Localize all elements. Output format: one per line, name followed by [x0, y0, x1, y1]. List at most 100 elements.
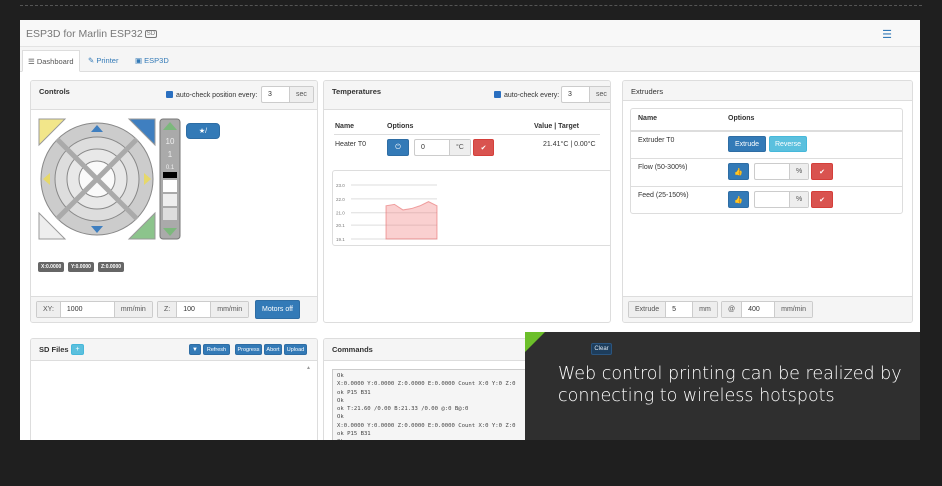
temperatures-panel: Temperatures auto-check every: 3 sec Name…	[323, 80, 611, 323]
xy-feedrate-input[interactable]: XY: 1000 mm/min	[36, 301, 153, 318]
flow-reset-button[interactable]: 👍	[728, 163, 749, 180]
feed-set-button[interactable]: ✔	[811, 191, 833, 208]
panel-title: SD Files	[39, 345, 69, 354]
feed-label: Feed (25-150%)	[638, 192, 689, 199]
caption-text: Web control printing can be realized by …	[558, 364, 902, 406]
tab-label: Printer	[96, 56, 119, 65]
panel-title: Commands	[332, 345, 373, 354]
flow-input[interactable]: %	[754, 163, 810, 180]
interval-value[interactable]: 3	[262, 87, 289, 102]
progress-button[interactable]: Progress	[235, 344, 262, 355]
xy-value[interactable]: 1000	[59, 302, 115, 317]
interval-input[interactable]: 3 sec	[261, 86, 314, 103]
caption-overlay: Web control printing can be realized by …	[525, 332, 920, 440]
y-tick-label: 21.0	[336, 211, 345, 216]
macro-button[interactable]: ★/	[186, 123, 220, 139]
extrude-label: Extrude	[629, 302, 666, 317]
feed-input[interactable]: %	[754, 191, 810, 208]
heater-reading: 21.41°C | 0.00°C	[543, 141, 596, 148]
navbar: ESP3D for Marlin ESP32 SD ☰	[20, 20, 920, 47]
z-position: Z:0.0000	[98, 262, 125, 272]
extrude-button[interactable]: Extrude	[728, 136, 766, 152]
col-options: Options	[728, 115, 755, 122]
clear-button[interactable]: Clear	[591, 343, 612, 355]
app-title-text: ESP3D for Marlin ESP32	[26, 28, 143, 40]
jog-control[interactable]: 10 1 0.1	[37, 117, 187, 242]
scrollbar-up-arrow[interactable]: ▲	[306, 365, 311, 371]
tab-printer[interactable]: ✎ Printer	[83, 50, 123, 72]
filter-button[interactable]: ▼	[189, 344, 201, 355]
z-step-10: 10	[166, 137, 175, 146]
z-feedrate-input[interactable]: Z: 100 mm/min	[157, 301, 250, 318]
power-button[interactable]: ⏻	[387, 139, 409, 156]
col-name: Name	[638, 115, 658, 122]
temperature-series	[385, 201, 438, 240]
y-tick-label: 22.0	[336, 197, 345, 202]
y-tick-label: 23.0	[336, 183, 345, 188]
upload-button[interactable]: Upload	[284, 344, 307, 355]
at-label: @	[722, 302, 742, 317]
motors-off-button[interactable]: Motors off	[255, 300, 300, 319]
auto-check-label: auto-check position every:	[176, 92, 258, 99]
unit: °C	[449, 140, 470, 155]
z-label: Z:	[158, 302, 177, 317]
sd-files-panel: SD Files + ▼ Refresh Progress Abort Uplo…	[30, 338, 318, 440]
app-title: ESP3D for Marlin ESP32 SD	[26, 28, 158, 40]
speed-value[interactable]: 400	[741, 302, 776, 317]
flow-label: Flow (50-300%)	[638, 164, 688, 171]
x-position: X:0.0000	[38, 262, 65, 272]
tab-dashboard[interactable]: ☰ Dashboard	[22, 50, 80, 72]
col-options: Options	[387, 123, 414, 130]
auto-check-checkbox[interactable]: auto-check every:	[494, 91, 559, 99]
extruder-name: Extruder T0	[638, 137, 675, 144]
controls-panel: Controls auto-check position every: 3 sec…	[30, 80, 318, 323]
speed-unit: mm/min	[775, 302, 812, 317]
auto-check-checkbox[interactable]: auto-check position every:	[166, 91, 257, 99]
feed-value[interactable]	[755, 192, 789, 207]
z-step-1: 1	[168, 150, 173, 159]
temperature-chart: 23.0 22.0 21.0 20.1 19.1	[332, 170, 610, 246]
interval-value[interactable]: 3	[562, 87, 589, 102]
auto-check-label: auto-check every:	[504, 92, 560, 99]
flow-value[interactable]	[755, 164, 789, 179]
target-value[interactable]: 0	[415, 140, 449, 155]
list-icon: ☰	[28, 57, 37, 66]
col-name: Name	[335, 123, 355, 130]
extrude-unit: mm	[693, 302, 717, 317]
interval-input[interactable]: 3 sec	[561, 86, 610, 103]
tab-bar: ☰ Dashboard ✎ Printer ▣ ESP3D	[20, 47, 920, 72]
xy-label: XY:	[37, 302, 60, 317]
extrude-length-input[interactable]: Extrude 5 mm	[628, 301, 718, 318]
extrude-speed-input[interactable]: @400 mm/min	[721, 301, 813, 318]
panel-title: Temperatures	[332, 87, 382, 96]
extrude-value[interactable]: 5	[665, 302, 694, 317]
z-value[interactable]: 100	[176, 302, 212, 317]
tab-esp3d[interactable]: ▣ ESP3D	[130, 50, 174, 72]
corner-accent	[525, 332, 545, 352]
heater-target-input[interactable]: 0 °C	[414, 139, 471, 156]
xy-unit: mm/min	[114, 302, 152, 317]
set-temp-button[interactable]: ✔	[473, 139, 494, 156]
z-unit: mm/min	[211, 302, 249, 317]
extruders-panel: Extruders Name Options Extruder T0 Extru…	[622, 80, 913, 323]
new-folder-button[interactable]: +	[71, 344, 84, 355]
unit: %	[789, 164, 809, 179]
unit: sec	[589, 87, 610, 102]
unit: %	[789, 192, 809, 207]
z-step-01: 0.1	[166, 165, 175, 171]
tab-label: ESP3D	[144, 56, 169, 65]
col-value: Value | Target	[534, 123, 580, 130]
y-tick-label: 20.1	[336, 223, 345, 228]
panel-title: Controls	[39, 87, 70, 96]
unit: sec	[289, 87, 313, 102]
feed-reset-button[interactable]: 👍	[728, 191, 749, 208]
y-tick-label: 19.1	[336, 237, 345, 242]
flow-set-button[interactable]: ✔	[811, 163, 833, 180]
y-position: Y:0.0000	[68, 262, 94, 272]
tab-label: Dashboard	[36, 57, 74, 66]
hamburger-icon[interactable]: ☰	[882, 28, 892, 41]
chip-icon: ▣	[135, 56, 145, 65]
abort-button[interactable]: Abort	[264, 344, 282, 355]
reverse-button[interactable]: Reverse	[769, 136, 807, 152]
refresh-button[interactable]: Refresh	[203, 344, 230, 355]
